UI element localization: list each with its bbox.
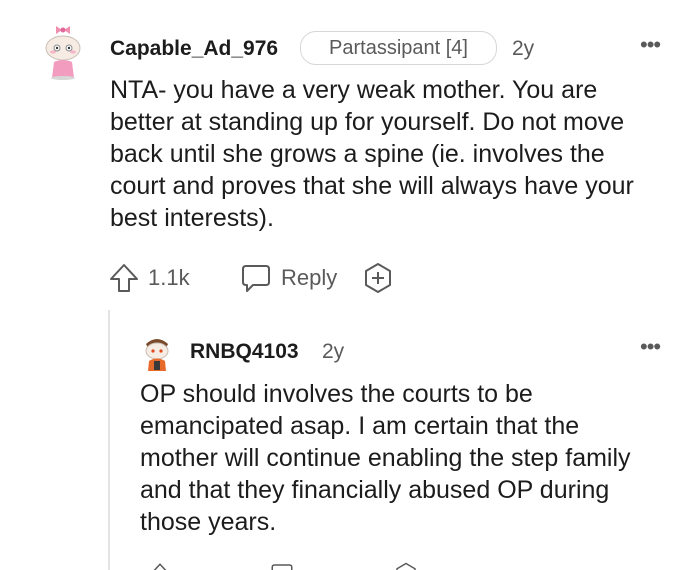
add-award-icon — [365, 263, 391, 293]
reply-age: 2y — [322, 340, 345, 363]
reply-bubble-icon[interactable] — [270, 562, 294, 570]
reply-actions-row — [140, 562, 440, 570]
reply-more-options-icon[interactable]: ••• — [640, 336, 661, 358]
reply-button[interactable]: Reply — [240, 260, 337, 296]
upvote-arrow-icon — [110, 264, 138, 292]
comment-age: 2y — [512, 37, 535, 60]
user-flair: Partassipant [4] — [300, 31, 497, 65]
snoo-avatar-icon — [145, 339, 169, 371]
add-award-button[interactable] — [362, 260, 394, 296]
snoo-avatar-icon — [45, 26, 81, 80]
comment-username[interactable]: Capable_Ad_976 — [110, 36, 278, 62]
thread-line[interactable] — [108, 310, 110, 570]
reply-username[interactable]: RNBQ4103 — [190, 339, 299, 365]
upvote-arrow-icon[interactable] — [148, 562, 172, 570]
reply-avatar[interactable] — [140, 334, 174, 372]
reply-bubble-icon — [242, 265, 270, 292]
avatar[interactable] — [40, 18, 86, 80]
reply-label: Reply — [281, 265, 338, 290]
upvote-count: 1.1k — [148, 265, 190, 290]
reply-body: OP should involves the courts to be eman… — [140, 380, 631, 536]
more-options-icon[interactable]: ••• — [640, 34, 661, 56]
upvote-button[interactable]: 1.1k — [108, 260, 190, 296]
comment-body: NTA- you have a very weak mother. You ar… — [110, 76, 634, 232]
add-award-icon[interactable] — [394, 562, 418, 570]
